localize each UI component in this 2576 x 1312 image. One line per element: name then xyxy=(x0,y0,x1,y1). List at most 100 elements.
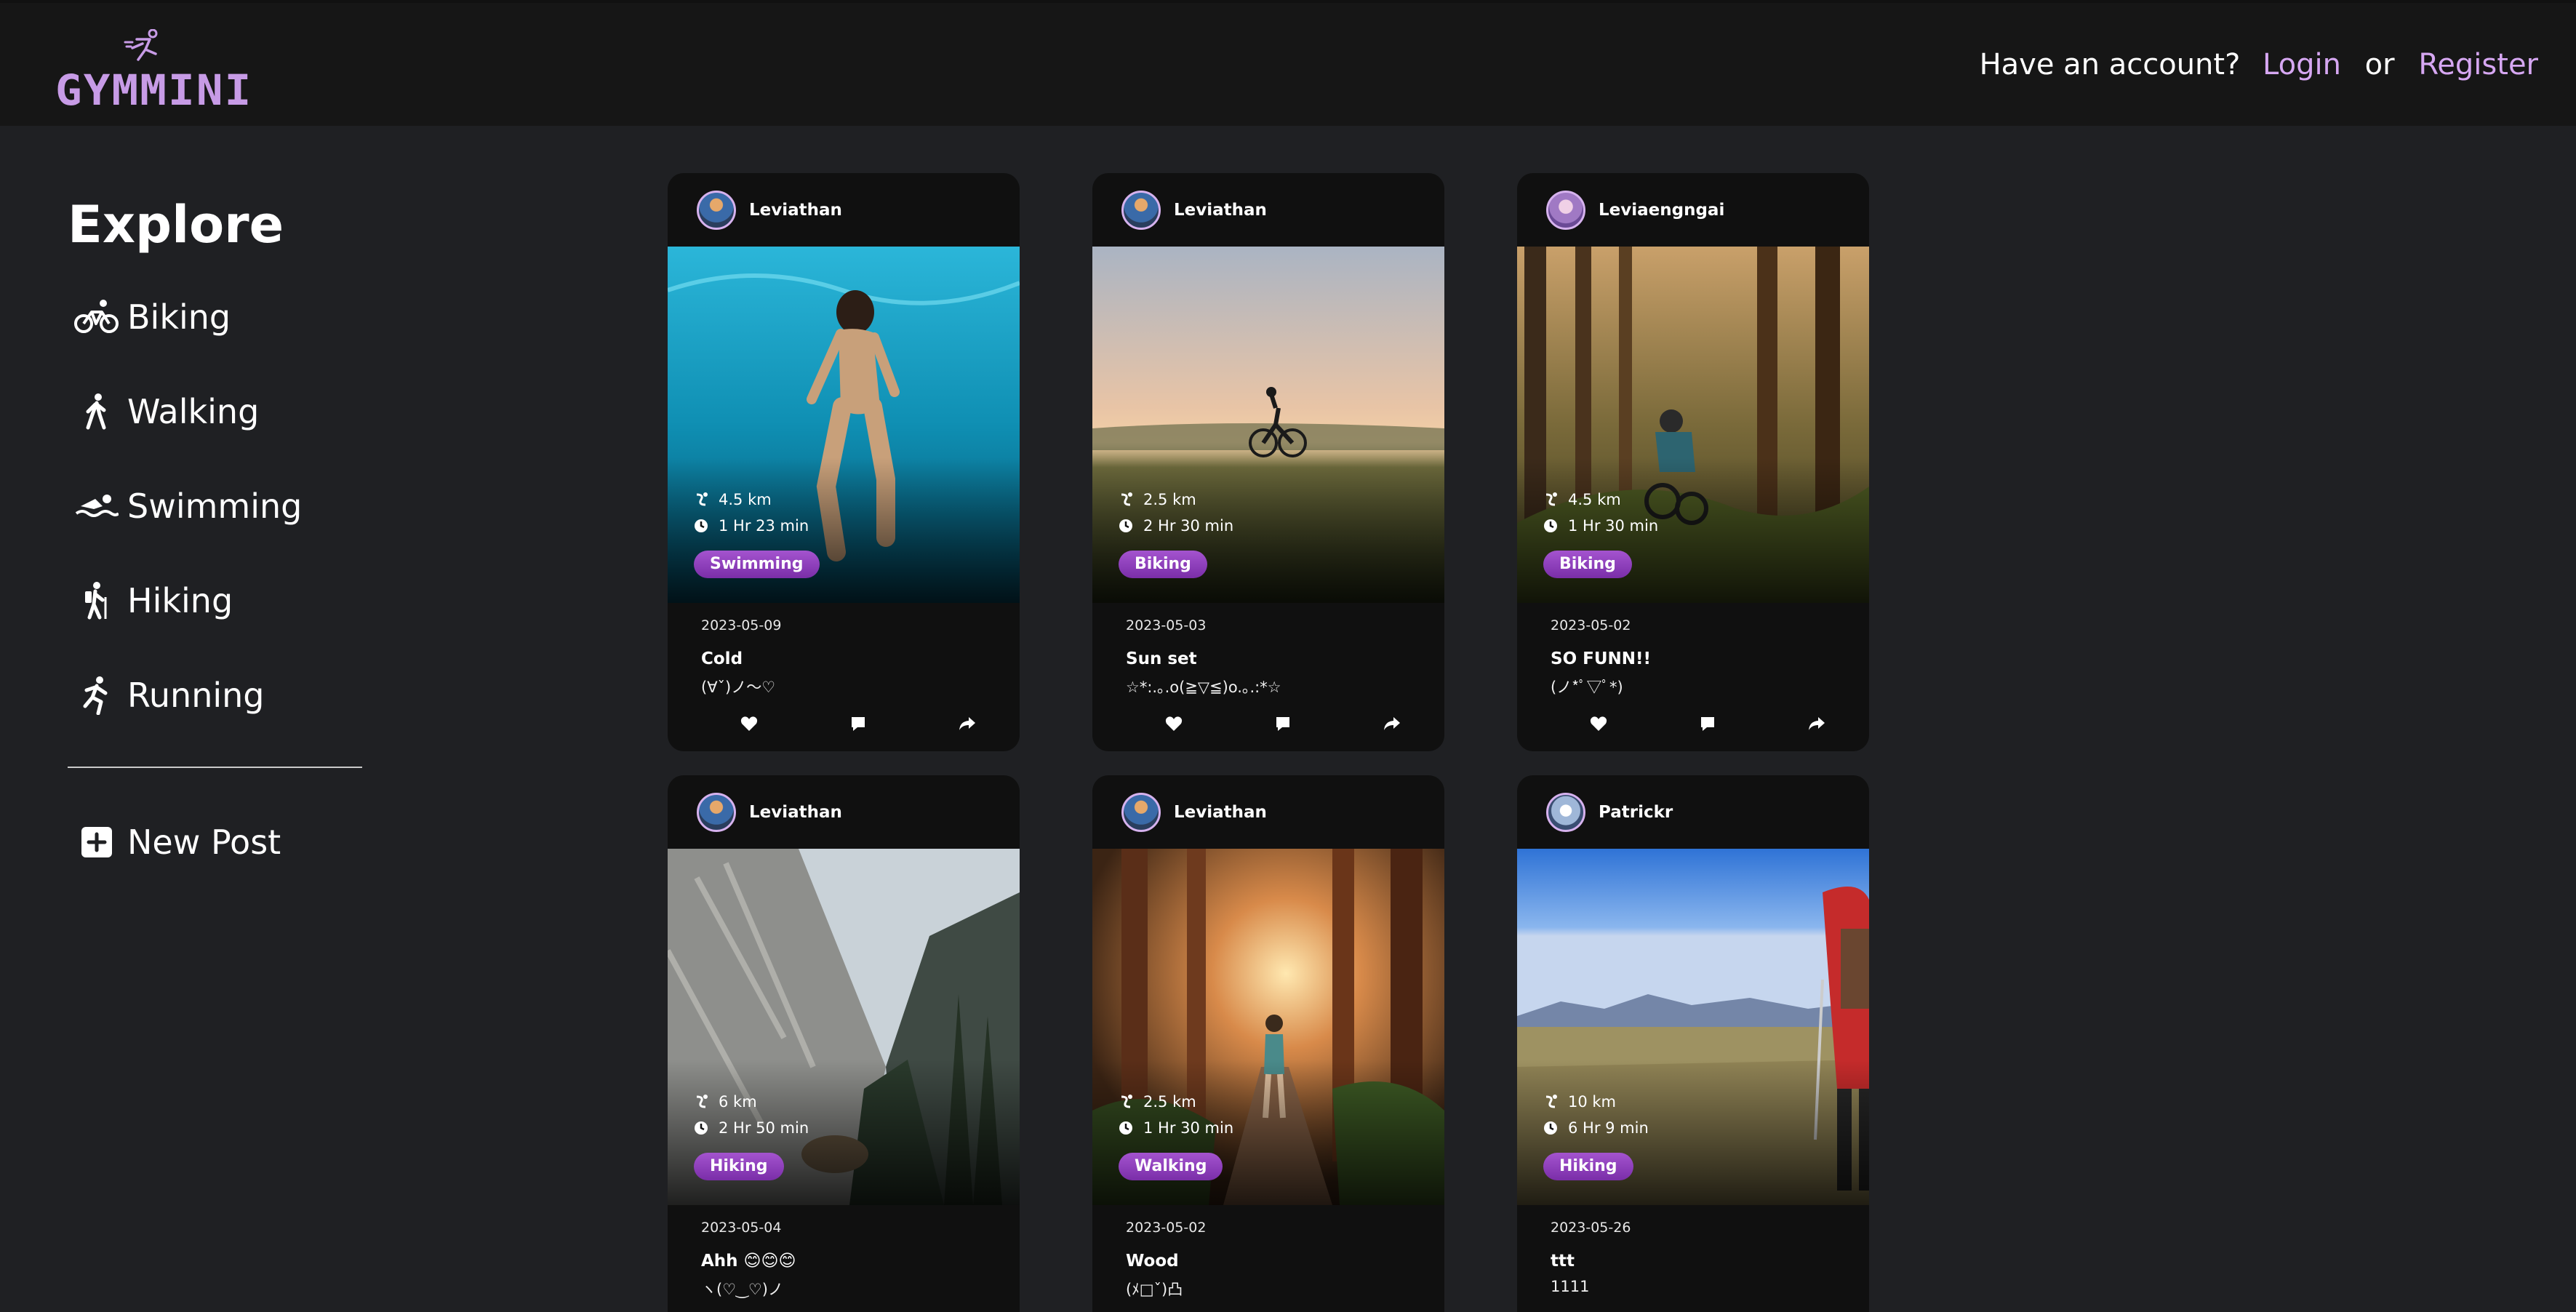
duration-stat: 1 Hr 30 min xyxy=(1543,513,1658,539)
avatar[interactable] xyxy=(1546,792,1585,832)
duration-stat: 6 Hr 9 min xyxy=(1543,1115,1649,1141)
post-date: 2023-05-02 xyxy=(1126,1220,1207,1236)
avatar[interactable] xyxy=(697,190,736,230)
sidebar-item-running[interactable]: Running xyxy=(68,643,366,748)
like-icon[interactable] xyxy=(1159,709,1188,738)
post-photo[interactable]: 10 km 6 Hr 9 min Hiking xyxy=(1517,849,1869,1205)
post-title: ttt xyxy=(1551,1252,1575,1271)
duration-value: 1 Hr 30 min xyxy=(1143,1119,1234,1137)
top-navbar: GYMMINI Have an account? Login or Regist… xyxy=(0,0,2576,126)
sidebar: Explore Biking Walking Swimming Hiking R… xyxy=(68,195,366,871)
post-photo[interactable]: 2.5 km 2 Hr 30 min Biking xyxy=(1092,247,1444,603)
register-link[interactable]: Register xyxy=(2418,48,2538,81)
post-card[interactable]: Leviathan 2.5 km 1 Hr 30 min Walking 202… xyxy=(1092,775,1444,1312)
post-stats: 4.5 km 1 Hr 23 min xyxy=(694,487,809,539)
distance-value: 2.5 km xyxy=(1143,1093,1196,1111)
post-photo[interactable]: 4.5 km 1 Hr 23 min Swimming xyxy=(668,247,1020,603)
share-icon[interactable] xyxy=(1377,709,1407,738)
post-username[interactable]: Leviathan xyxy=(1174,201,1267,220)
post-username[interactable]: Patrickr xyxy=(1599,803,1673,822)
distance-stat: 6 km xyxy=(694,1089,809,1115)
share-icon[interactable] xyxy=(1802,709,1831,738)
post-stats: 4.5 km 1 Hr 30 min xyxy=(1543,487,1658,539)
sidebar-item-walking[interactable]: Walking xyxy=(68,359,366,464)
clock-icon xyxy=(1544,519,1557,532)
clock-icon xyxy=(1119,1121,1132,1135)
activity-tag[interactable]: Swimming xyxy=(694,551,820,578)
or-text: or xyxy=(2364,48,2395,81)
post-username[interactable]: Leviaengngai xyxy=(1599,201,1724,220)
plus-square-icon xyxy=(68,813,126,871)
route-icon xyxy=(1545,492,1557,506)
post-card[interactable]: Leviathan 2.5 km 2 Hr 30 min Biking 2023… xyxy=(1092,173,1444,751)
sidebar-item-label: Swimming xyxy=(127,487,303,526)
like-icon[interactable] xyxy=(735,709,764,738)
clock-icon xyxy=(695,1121,708,1135)
sidebar-item-biking[interactable]: Biking xyxy=(68,265,366,369)
sidebar-item-label: Running xyxy=(127,676,265,715)
avatar[interactable] xyxy=(1546,190,1585,230)
post-card[interactable]: Leviathan 6 km 2 Hr 50 min Hiking 2023-0… xyxy=(668,775,1020,1312)
post-stats: 2.5 km 1 Hr 30 min xyxy=(1119,1089,1233,1141)
activity-tag[interactable]: Hiking xyxy=(694,1153,784,1180)
post-card[interactable]: Patrickr 10 km 6 Hr 9 min Hiking 2023-05… xyxy=(1517,775,1869,1312)
activity-tag[interactable]: Biking xyxy=(1119,551,1207,578)
clock-icon xyxy=(1544,1121,1557,1135)
avatar[interactable] xyxy=(697,792,736,832)
login-link[interactable]: Login xyxy=(2263,48,2341,81)
sidebar-item-swimming[interactable]: Swimming xyxy=(68,454,366,559)
post-header: Leviathan xyxy=(668,173,1020,247)
route-icon xyxy=(696,1095,708,1108)
post-title: Ahh 😊😊😊 xyxy=(701,1252,796,1271)
auth-prompt: Have an account? xyxy=(1979,48,2241,81)
app-logo[interactable]: GYMMINI xyxy=(52,29,251,115)
bike-icon xyxy=(68,288,126,346)
distance-stat: 2.5 km xyxy=(1119,1089,1233,1115)
like-icon[interactable] xyxy=(1584,709,1613,738)
post-title: Cold xyxy=(701,649,743,668)
duration-value: 6 Hr 9 min xyxy=(1568,1119,1649,1137)
distance-value: 4.5 km xyxy=(1568,491,1621,508)
post-date: 2023-05-09 xyxy=(701,617,782,633)
share-icon[interactable] xyxy=(953,709,982,738)
comment-icon[interactable] xyxy=(1268,709,1297,738)
post-card[interactable]: Leviathan 4.5 km 1 Hr 23 min Swimming 20… xyxy=(668,173,1020,751)
post-description: ☆*:.｡.o(≧▽≦)o.｡.:*☆ xyxy=(1126,679,1281,696)
post-photo[interactable]: 2.5 km 1 Hr 30 min Walking xyxy=(1092,849,1444,1205)
post-meta: 2023-05-02 SO FUNN!! (ノ*ﾟ▽ﾟ*) xyxy=(1517,603,1869,697)
post-username[interactable]: Leviathan xyxy=(749,201,842,220)
post-description: 1111 xyxy=(1551,1278,1590,1295)
clock-icon xyxy=(695,519,708,532)
post-header: Leviathan xyxy=(1092,173,1444,247)
post-title: Wood xyxy=(1126,1252,1179,1271)
post-header: Leviathan xyxy=(668,775,1020,849)
post-card[interactable]: Leviaengngai 4.5 km 1 Hr 30 min Biking 2… xyxy=(1517,173,1869,751)
post-description: (ノ*ﾟ▽ﾟ*) xyxy=(1551,679,1623,696)
post-stats: 2.5 km 2 Hr 30 min xyxy=(1119,487,1233,539)
sidebar-item-hiking[interactable]: Hiking xyxy=(68,548,366,653)
clock-icon xyxy=(1119,519,1132,532)
sidebar-item-label: Biking xyxy=(127,297,231,337)
avatar[interactable] xyxy=(1121,792,1161,832)
new-post-button[interactable]: New Post xyxy=(68,813,366,871)
post-username[interactable]: Leviathan xyxy=(1174,803,1267,822)
post-photo[interactable]: 6 km 2 Hr 50 min Hiking xyxy=(668,849,1020,1205)
duration-value: 2 Hr 30 min xyxy=(1143,517,1234,535)
distance-value: 6 km xyxy=(719,1093,757,1111)
post-username[interactable]: Leviathan xyxy=(749,803,842,822)
comment-icon[interactable] xyxy=(1693,709,1722,738)
post-description: (ﾒ□ˇ)凸 xyxy=(1126,1281,1183,1298)
activity-tag[interactable]: Hiking xyxy=(1543,1153,1633,1180)
activity-tag[interactable]: Biking xyxy=(1543,551,1632,578)
post-date: 2023-05-26 xyxy=(1551,1220,1631,1236)
post-actions xyxy=(668,709,1020,738)
distance-stat: 4.5 km xyxy=(1543,487,1658,513)
post-date: 2023-05-03 xyxy=(1126,617,1207,633)
post-actions xyxy=(1517,709,1869,738)
post-header: Leviaengngai xyxy=(1517,173,1869,247)
comment-icon[interactable] xyxy=(844,709,873,738)
avatar[interactable] xyxy=(1121,190,1161,230)
post-photo[interactable]: 4.5 km 1 Hr 30 min Biking xyxy=(1517,247,1869,603)
post-meta: 2023-05-26 ttt 1111 xyxy=(1517,1205,1869,1295)
activity-tag[interactable]: Walking xyxy=(1119,1153,1223,1180)
